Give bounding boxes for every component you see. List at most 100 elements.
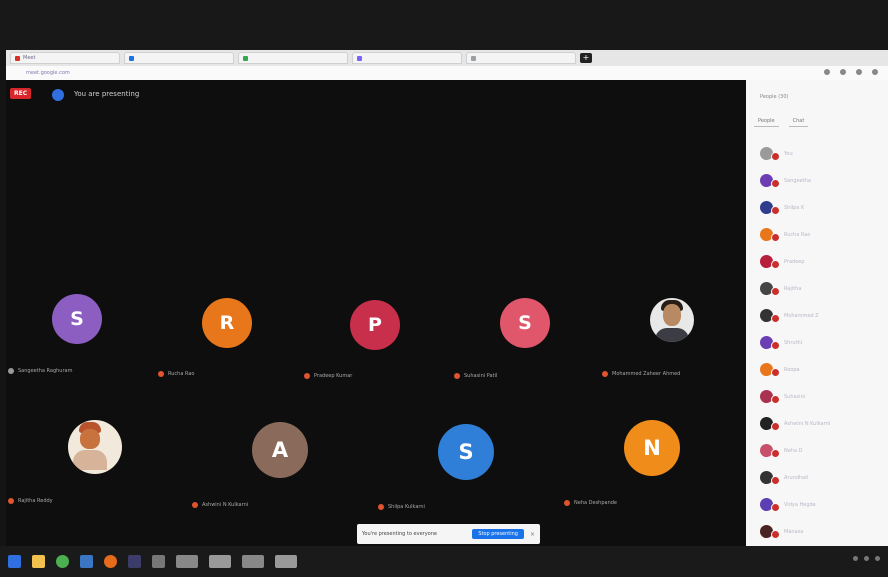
participant-name: Shilpa Kulkarni [388, 504, 425, 510]
new-tab-button[interactable]: + [580, 53, 592, 63]
mic-muted-icon [771, 503, 780, 512]
terminal-icon[interactable] [128, 555, 141, 568]
participant-name: Pradeep [784, 258, 805, 265]
mic-muted-icon [454, 373, 460, 379]
participant-name: Arundhati [784, 474, 809, 481]
mic-muted-icon [771, 476, 780, 485]
participant-label: Rucha Rao [158, 371, 194, 377]
mic-muted-icon [771, 206, 780, 215]
mic-muted-icon [771, 233, 780, 242]
mic-muted-icon [771, 422, 780, 431]
list-item[interactable]: Shruthi [760, 329, 884, 356]
extension-icon[interactable] [856, 69, 862, 75]
store-icon[interactable] [80, 555, 93, 568]
participant-tile[interactable]: S Shilpa Kulkarni [376, 420, 536, 520]
mic-muted-icon [771, 368, 780, 377]
list-item[interactable]: Shilpa K [760, 194, 884, 221]
participant-name: Ashwini N Kulkarni [202, 502, 249, 508]
participant-name: Shruthi [784, 339, 803, 346]
volume-icon[interactable] [864, 556, 869, 561]
participant-label: Rajitha Reddy [8, 498, 53, 504]
mic-muted-icon [771, 179, 780, 188]
participant-name: Vidya Hegde [784, 501, 816, 508]
tab-favicon-icon [129, 55, 134, 61]
window-thumbnail-icon[interactable] [176, 555, 198, 568]
mic-muted-icon [158, 371, 164, 377]
participant-tile[interactable]: R Rucha Rao [156, 294, 316, 394]
window-thumbnail-icon[interactable] [275, 555, 297, 568]
participant-tile[interactable]: S Suhasini Patil [454, 294, 614, 394]
list-item[interactable]: You [760, 140, 884, 167]
address-bar[interactable]: meet.google.com [6, 66, 888, 80]
profile-icon[interactable] [872, 69, 878, 75]
tab-favicon-icon [15, 55, 20, 61]
list-item[interactable]: Pradeep [760, 248, 884, 275]
participant-tile[interactable]: P Pradeep Kumar [302, 294, 462, 394]
participant-tile[interactable]: S Sangeetha Raghuram [6, 294, 166, 394]
extension-icon[interactable] [840, 69, 846, 75]
participant-name: Rajitha [784, 285, 802, 292]
participant-name: Manasa [784, 528, 804, 535]
window-thumbnail-icon[interactable] [209, 555, 231, 568]
list-item[interactable]: Arundhati [760, 464, 884, 491]
participant-photo-avatar [650, 298, 694, 342]
list-item[interactable]: Neha D [760, 437, 884, 464]
chrome-icon[interactable] [56, 555, 69, 568]
list-item[interactable]: Suhasini [760, 383, 884, 410]
network-icon[interactable] [853, 556, 858, 561]
close-icon[interactable]: × [530, 531, 535, 538]
tab-chat[interactable]: Chat [788, 116, 809, 127]
firefox-icon[interactable] [104, 555, 117, 568]
tab-people[interactable]: People [754, 116, 779, 127]
list-item[interactable]: Ashwini N Kulkarni [760, 410, 884, 437]
participant-label: Sangeetha Raghuram [8, 368, 72, 374]
list-item[interactable]: Mohammed Z [760, 302, 884, 329]
participant-avatar: A [252, 422, 308, 478]
participant-avatar: S [52, 294, 102, 344]
list-item[interactable]: Sangeetha [760, 167, 884, 194]
browser-tab[interactable] [238, 52, 348, 64]
stop-presenting-button[interactable]: Stop presenting [472, 529, 524, 539]
mic-muted-icon [771, 395, 780, 404]
browser-tab[interactable] [352, 52, 462, 64]
participant-tile[interactable]: A Ashwini N Kulkarni [190, 420, 350, 520]
participant-name: Neha Deshpande [574, 500, 617, 506]
mic-muted-icon [564, 500, 570, 506]
mic-muted-icon [771, 314, 780, 323]
participant-tile[interactable]: Rajitha Reddy [6, 420, 166, 520]
participant-tile[interactable]: Mohammed Zaheer Ahmed [600, 294, 760, 394]
participant-name: Neha D [784, 447, 803, 454]
tab-favicon-icon [471, 55, 476, 61]
participant-list: You Sangeetha Shilpa K Rucha Rao Pradeep… [760, 140, 884, 545]
list-item[interactable]: Rucha Rao [760, 221, 884, 248]
participant-avatar: S [438, 424, 494, 480]
presenting-status: You are presenting [74, 90, 140, 98]
participant-tile[interactable]: N Neha Deshpande [562, 420, 722, 520]
recording-badge: REC [10, 88, 32, 99]
extension-icon[interactable] [824, 69, 830, 75]
people-panel: People (30) People Chat You Sangeetha Sh… [746, 80, 888, 546]
start-icon[interactable] [8, 555, 21, 568]
battery-icon[interactable] [875, 556, 880, 561]
mic-muted-icon [771, 287, 780, 296]
participant-avatar: P [350, 300, 400, 350]
participant-name: Suhasini [784, 393, 806, 400]
window-thumbnail-icon[interactable] [242, 555, 264, 568]
mic-muted-icon [602, 371, 608, 377]
os-taskbar [0, 546, 888, 577]
address-text: meet.google.com [26, 70, 70, 76]
mic-muted-icon [378, 504, 384, 510]
list-item[interactable]: Vidya Hegde [760, 491, 884, 518]
list-item[interactable]: Manasa [760, 518, 884, 545]
participant-label: Pradeep Kumar [304, 373, 352, 379]
browser-tab[interactable]: Meet [10, 52, 120, 64]
browser-tab[interactable] [124, 52, 234, 64]
meeting-stage: REC You are presenting S Sangeetha Raghu… [6, 80, 746, 546]
file-explorer-icon[interactable] [32, 555, 45, 568]
participant-avatar: N [624, 420, 680, 476]
browser-tab[interactable] [466, 52, 576, 64]
list-item[interactable]: Rajitha [760, 275, 884, 302]
list-item[interactable]: Roopa [760, 356, 884, 383]
settings-icon[interactable] [152, 555, 165, 568]
mic-muted-icon [771, 530, 780, 539]
